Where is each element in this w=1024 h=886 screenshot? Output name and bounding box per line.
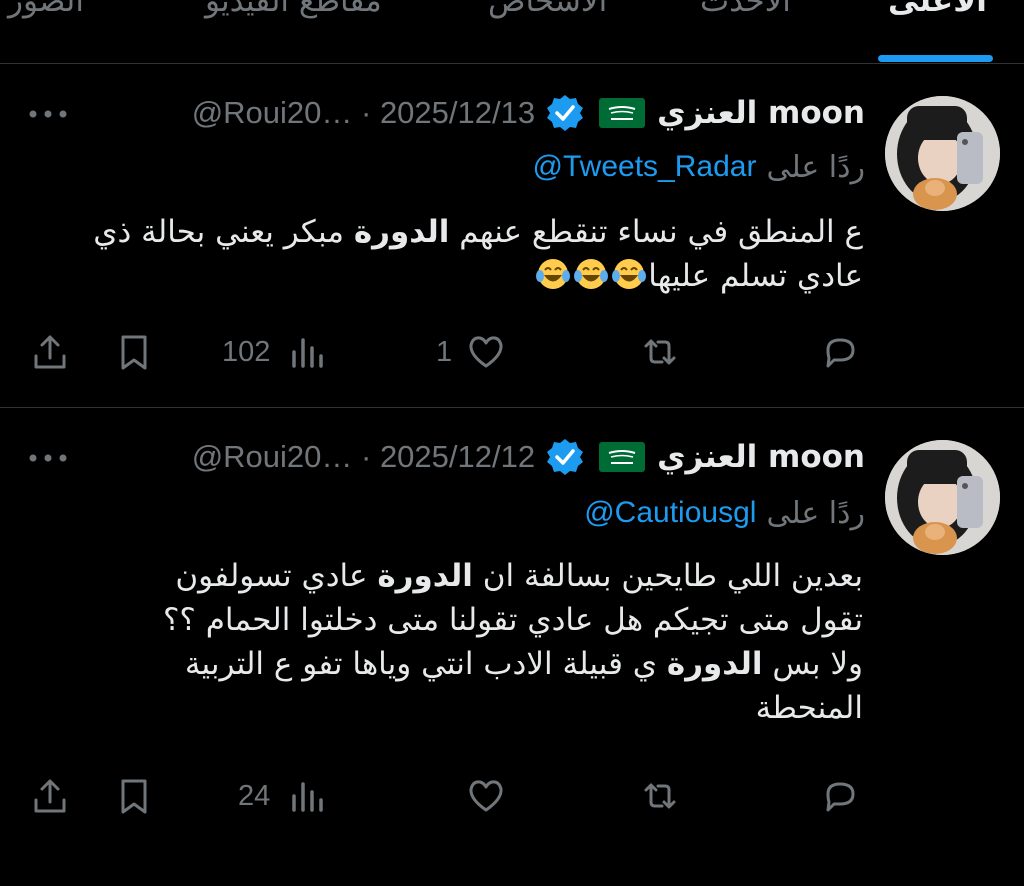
- like-heart-icon[interactable]: [466, 332, 506, 372]
- text-segment: تقول متى تجيكم هل عادي تقولنا متى دخلتوا…: [162, 602, 863, 638]
- tab-top[interactable]: الأعلى: [888, 0, 987, 26]
- replying-to-label: ردًا على: [766, 149, 865, 185]
- like-count: 1: [436, 336, 453, 368]
- tab-people[interactable]: الأشخاص: [488, 0, 607, 26]
- text-segment: بعدين اللي طايحين بسالفة ان: [472, 558, 863, 594]
- tweet-header: العنزي moon @Roui20… · 2025/12/12: [0, 432, 865, 482]
- retweet-icon[interactable]: [640, 332, 680, 372]
- tweet-card[interactable]: العنزي moon @Roui20… · 2025/12/12 ردًا ع…: [0, 408, 1024, 886]
- reply-icon[interactable]: [820, 332, 860, 372]
- tab-photos[interactable]: الصور: [8, 0, 84, 26]
- text-line: المنحطة: [30, 686, 863, 730]
- active-tab-indicator: [878, 55, 993, 62]
- search-tabs: الأعلى الأحدث الأشخاص مقاطع الفيديو الصو…: [0, 0, 1024, 62]
- text-segment: ولا بس: [762, 646, 863, 682]
- tweet-card[interactable]: العنزي moon @Roui20… · 2025/12/13 ردًا ع…: [0, 64, 1024, 408]
- text-segment: عادي تسولفون: [175, 558, 378, 594]
- face-with-tears-of-joy-icon: [536, 259, 571, 289]
- saudi-flag-icon: [599, 98, 646, 128]
- highlighted-keyword: الدورة: [666, 646, 763, 682]
- handle-and-date[interactable]: @Roui20… · 2025/12/13: [192, 95, 535, 131]
- share-icon[interactable]: [30, 332, 70, 372]
- text-segment: المنحطة: [755, 690, 863, 726]
- text-segment: ع المنطق في نساء تنقطع عنهم: [449, 214, 863, 250]
- face-with-tears-of-joy-icon: [574, 259, 609, 289]
- views-chart-icon[interactable]: [288, 776, 328, 816]
- tweet-actions: 24: [0, 774, 1024, 824]
- display-name[interactable]: العنزي moon: [657, 439, 865, 475]
- highlighted-keyword: الدورة: [377, 558, 473, 594]
- face-with-tears-of-joy-icon: [612, 259, 647, 289]
- text-line: ولا بس الدورة ي قبيلة الادب انتي وياها ت…: [30, 642, 863, 686]
- more-options-icon[interactable]: [28, 108, 68, 120]
- views-chart-icon[interactable]: [288, 332, 328, 372]
- replying-to-label: ردًا على: [766, 495, 865, 531]
- avatar[interactable]: [885, 440, 1000, 555]
- tweet-text: بعدين اللي طايحين بسالفة ان الدورة عادي …: [30, 554, 863, 730]
- tab-latest[interactable]: الأحدث: [700, 0, 791, 26]
- avatar[interactable]: [885, 96, 1000, 211]
- text-line: تقول متى تجيكم هل عادي تقولنا متى دخلتوا…: [30, 598, 863, 642]
- text-segment: ي قبيلة الادب انتي وياها تفو ع التربية: [184, 646, 667, 682]
- share-icon[interactable]: [30, 776, 70, 816]
- view-count: 24: [238, 780, 271, 812]
- saudi-flag-icon: [599, 442, 646, 472]
- tab-videos[interactable]: مقاطع الفيديو: [205, 0, 382, 26]
- bookmark-icon[interactable]: [114, 332, 154, 372]
- view-count: 102: [222, 336, 271, 368]
- tweet-actions: 1 102: [0, 330, 1024, 380]
- verified-badge-icon: [547, 439, 584, 475]
- more-options-icon[interactable]: [28, 452, 68, 464]
- replying-to-handle[interactable]: @Cautiousgl: [584, 496, 756, 530]
- verified-badge-icon: [547, 95, 584, 131]
- retweet-icon[interactable]: [640, 776, 680, 816]
- text-line: بعدين اللي طايحين بسالفة ان الدورة عادي …: [30, 554, 863, 598]
- replying-to: ردًا على @Tweets_Radar: [0, 146, 865, 188]
- highlighted-keyword: الدورة: [353, 214, 450, 250]
- reply-icon[interactable]: [820, 776, 860, 816]
- bookmark-icon[interactable]: [114, 776, 154, 816]
- like-heart-icon[interactable]: [466, 776, 506, 816]
- tweet-header: العنزي moon @Roui20… · 2025/12/13: [0, 88, 865, 138]
- replying-to: ردًا على @Cautiousgl: [0, 492, 865, 534]
- display-name[interactable]: العنزي moon: [657, 95, 865, 131]
- replying-to-handle[interactable]: @Tweets_Radar: [533, 150, 757, 184]
- handle-and-date[interactable]: @Roui20… · 2025/12/12: [192, 439, 535, 475]
- tweet-text: ع المنطق في نساء تنقطع عنهم الدورة مبكر …: [30, 210, 863, 298]
